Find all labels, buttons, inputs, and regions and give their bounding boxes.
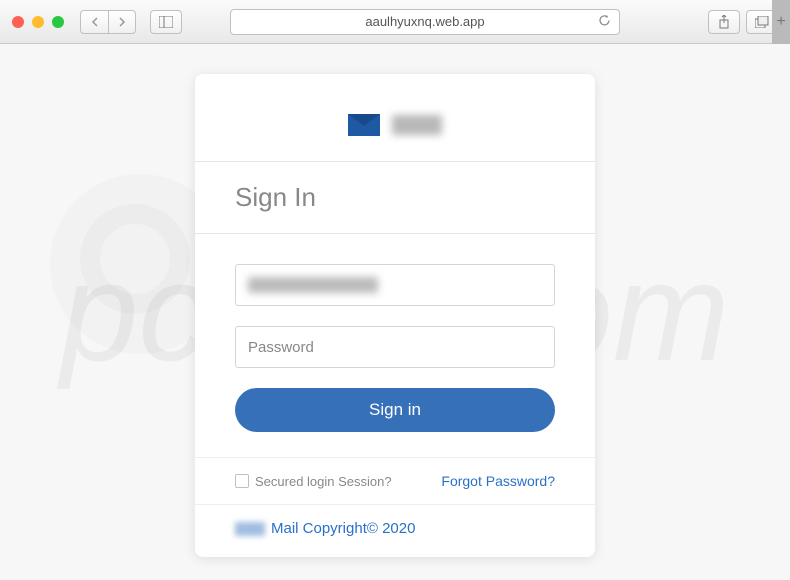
share-button[interactable]: [708, 10, 740, 34]
window-controls: [12, 16, 64, 28]
checkbox-icon[interactable]: [235, 474, 249, 488]
email-field[interactable]: [235, 264, 555, 306]
forward-button[interactable]: [108, 10, 136, 34]
back-button[interactable]: [80, 10, 108, 34]
logo-text-redacted: [392, 115, 442, 135]
reload-icon[interactable]: [598, 14, 611, 30]
email-value-redacted: [248, 277, 378, 293]
close-window-button[interactable]: [12, 16, 24, 28]
password-field[interactable]: [235, 326, 555, 368]
maximize-window-button[interactable]: [52, 16, 64, 28]
signin-button[interactable]: Sign in: [235, 388, 555, 432]
copyright-brand-redacted: [235, 522, 265, 536]
new-tab-button[interactable]: +: [772, 0, 790, 44]
secured-session-label: Secured login Session?: [255, 474, 392, 489]
nav-buttons: [80, 10, 136, 34]
browser-toolbar: aaulhyuxnq.web.app +: [0, 0, 790, 44]
page-content: pcrisk.com Sign In Sign in Secured login…: [0, 44, 790, 580]
address-bar[interactable]: aaulhyuxnq.web.app: [230, 9, 620, 35]
sidebar-button[interactable]: [150, 10, 182, 34]
mail-icon: [348, 114, 380, 136]
form-footer: Secured login Session? Forgot Password?: [195, 457, 595, 504]
page-title: Sign In: [195, 162, 595, 233]
forgot-password-link[interactable]: Forgot Password?: [441, 473, 555, 489]
url-text: aaulhyuxnq.web.app: [365, 14, 484, 29]
minimize-window-button[interactable]: [32, 16, 44, 28]
card-header: [195, 74, 595, 161]
copyright-footer: Mail Copyright© 2020: [195, 504, 595, 557]
secured-session-checkbox-wrap[interactable]: Secured login Session?: [235, 474, 392, 489]
signin-card: Sign In Sign in Secured login Session? F…: [195, 74, 595, 557]
signin-form: Sign in: [195, 234, 595, 447]
copyright-text: Mail Copyright© 2020: [271, 520, 415, 537]
